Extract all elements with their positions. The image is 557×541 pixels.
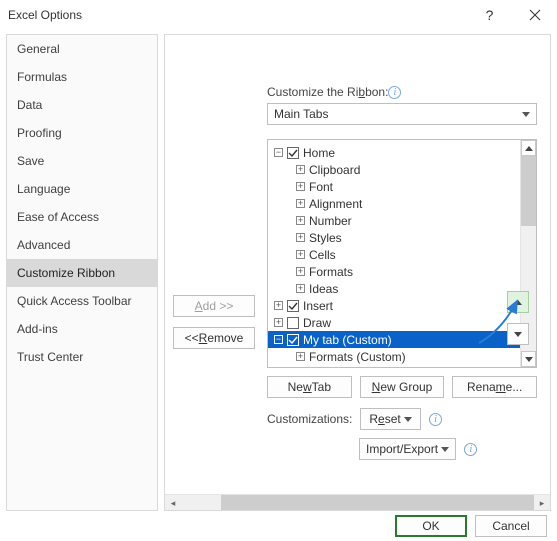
expand-icon[interactable]: + bbox=[296, 216, 305, 225]
expand-icon[interactable]: + bbox=[296, 182, 305, 191]
remove-button[interactable]: << Remove bbox=[173, 327, 255, 349]
scrollbar-track[interactable] bbox=[181, 495, 534, 510]
sidebar-item-formulas[interactable]: Formulas bbox=[7, 63, 157, 91]
expand-icon[interactable]: + bbox=[296, 199, 305, 208]
expand-icon[interactable]: + bbox=[296, 165, 305, 174]
sidebar-item-trust-center[interactable]: Trust Center bbox=[7, 343, 157, 371]
sidebar-item-ease-of-access[interactable]: Ease of Access bbox=[7, 203, 157, 231]
dialog-footer: OK Cancel bbox=[0, 511, 557, 541]
sidebar-item-language[interactable]: Language bbox=[7, 175, 157, 203]
info-icon[interactable]: i bbox=[464, 443, 477, 456]
checkbox-checked-icon[interactable] bbox=[287, 334, 299, 346]
window-title: Excel Options bbox=[8, 8, 467, 22]
sidebar-item-data[interactable]: Data bbox=[7, 91, 157, 119]
collapse-icon[interactable]: − bbox=[274, 335, 283, 344]
ok-button[interactable]: OK bbox=[395, 515, 467, 537]
content-panel: Add >> << Remove Customize the Ribbon:i … bbox=[164, 34, 551, 511]
scroll-right-button[interactable]: ▸ bbox=[534, 495, 550, 511]
sidebar-item-proofing[interactable]: Proofing bbox=[7, 119, 157, 147]
sidebar-item-quick-access-toolbar[interactable]: Quick Access Toolbar bbox=[7, 287, 157, 315]
tree-item-font[interactable]: +Font bbox=[268, 178, 520, 195]
import-export-button[interactable]: Import/Export bbox=[359, 438, 456, 460]
expand-icon[interactable]: + bbox=[296, 250, 305, 259]
chevron-down-icon bbox=[404, 417, 412, 422]
tree-item-ideas[interactable]: +Ideas bbox=[268, 280, 520, 297]
info-icon[interactable]: i bbox=[429, 413, 442, 426]
close-icon bbox=[529, 9, 541, 21]
triangle-up-icon bbox=[525, 146, 533, 151]
tree-item-alignment[interactable]: +Alignment bbox=[268, 195, 520, 212]
titlebar: Excel Options ? bbox=[0, 0, 557, 30]
tree-item-number[interactable]: +Number bbox=[268, 212, 520, 229]
expand-icon[interactable]: + bbox=[296, 352, 305, 361]
tree-item-home[interactable]: − Home bbox=[268, 144, 520, 161]
help-button[interactable]: ? bbox=[467, 0, 512, 30]
ribbon-panel: Customize the Ribbon:i Main Tabs − Home … bbox=[267, 85, 537, 460]
scrollbar-thumb[interactable] bbox=[221, 495, 534, 510]
tree-item-insert[interactable]: + Insert bbox=[268, 297, 520, 314]
sidebar-item-save[interactable]: Save bbox=[7, 147, 157, 175]
expand-icon[interactable]: + bbox=[296, 284, 305, 293]
content-horizontal-scrollbar[interactable]: ◂ ▸ bbox=[165, 494, 550, 510]
rename-button[interactable]: Rename... bbox=[452, 376, 537, 398]
category-sidebar: General Formulas Data Proofing Save Lang… bbox=[6, 34, 158, 511]
add-remove-group: Add >> << Remove bbox=[173, 295, 255, 349]
info-icon[interactable]: i bbox=[388, 86, 401, 99]
tree-item-cells[interactable]: +Cells bbox=[268, 246, 520, 263]
close-button[interactable] bbox=[512, 0, 557, 30]
tree-item-formats-custom[interactable]: +Formats (Custom) bbox=[268, 348, 520, 365]
new-tab-button[interactable]: New Tab bbox=[267, 376, 352, 398]
sidebar-item-add-ins[interactable]: Add-ins bbox=[7, 315, 157, 343]
tree-item-formats[interactable]: +Formats bbox=[268, 263, 520, 280]
customizations-row: Customizations: Reset i bbox=[267, 408, 537, 430]
import-export-row: Import/Export i bbox=[267, 438, 537, 460]
tab-action-buttons: New Tab New Group Rename... bbox=[267, 376, 537, 398]
tree-item-draw[interactable]: + Draw bbox=[268, 314, 520, 331]
customize-ribbon-label: Customize the Ribbon:i bbox=[267, 85, 537, 99]
scroll-up-button[interactable] bbox=[521, 140, 536, 156]
sidebar-item-customize-ribbon[interactable]: Customize Ribbon bbox=[7, 259, 157, 287]
move-up-button[interactable] bbox=[507, 291, 529, 313]
collapse-icon[interactable]: − bbox=[274, 148, 283, 157]
checkbox-checked-icon[interactable] bbox=[287, 147, 299, 159]
ribbon-tree: − Home +Clipboard +Font +Alignment +Numb… bbox=[267, 139, 537, 368]
tree-item-clipboard[interactable]: +Clipboard bbox=[268, 161, 520, 178]
chevron-down-icon bbox=[441, 447, 449, 452]
triangle-down-icon bbox=[514, 332, 522, 337]
reset-button[interactable]: Reset bbox=[360, 408, 421, 430]
customizations-label: Customizations: bbox=[267, 412, 352, 426]
new-group-button[interactable]: New Group bbox=[360, 376, 445, 398]
expand-icon[interactable]: + bbox=[274, 318, 283, 327]
checkbox-unchecked-icon[interactable] bbox=[287, 317, 299, 329]
move-down-button[interactable] bbox=[507, 323, 529, 345]
triangle-up-icon bbox=[514, 300, 522, 305]
tree-item-styles[interactable]: +Styles bbox=[268, 229, 520, 246]
main-area: General Formulas Data Proofing Save Lang… bbox=[0, 30, 557, 511]
tree-body[interactable]: − Home +Clipboard +Font +Alignment +Numb… bbox=[268, 140, 520, 367]
expand-icon[interactable]: + bbox=[274, 301, 283, 310]
checkbox-checked-icon[interactable] bbox=[287, 300, 299, 312]
add-button[interactable]: Add >> bbox=[173, 295, 255, 317]
chevron-down-icon bbox=[522, 112, 530, 117]
tree-item-my-tab[interactable]: − My tab (Custom) bbox=[268, 331, 520, 348]
sidebar-item-advanced[interactable]: Advanced bbox=[7, 231, 157, 259]
expand-icon[interactable]: + bbox=[296, 233, 305, 242]
scroll-down-button[interactable] bbox=[521, 351, 536, 367]
reorder-buttons bbox=[507, 291, 529, 345]
tree-item-page-layout[interactable]: + Page Layout bbox=[268, 365, 520, 367]
sidebar-item-general[interactable]: General bbox=[7, 35, 157, 63]
expand-icon[interactable]: + bbox=[296, 267, 305, 276]
scroll-left-button[interactable]: ◂ bbox=[165, 495, 181, 511]
scrollbar-thumb[interactable] bbox=[521, 156, 536, 226]
dropdown-value: Main Tabs bbox=[274, 107, 522, 121]
cancel-button[interactable]: Cancel bbox=[475, 515, 547, 537]
triangle-down-icon bbox=[525, 357, 533, 362]
ribbon-scope-dropdown[interactable]: Main Tabs bbox=[267, 103, 537, 125]
